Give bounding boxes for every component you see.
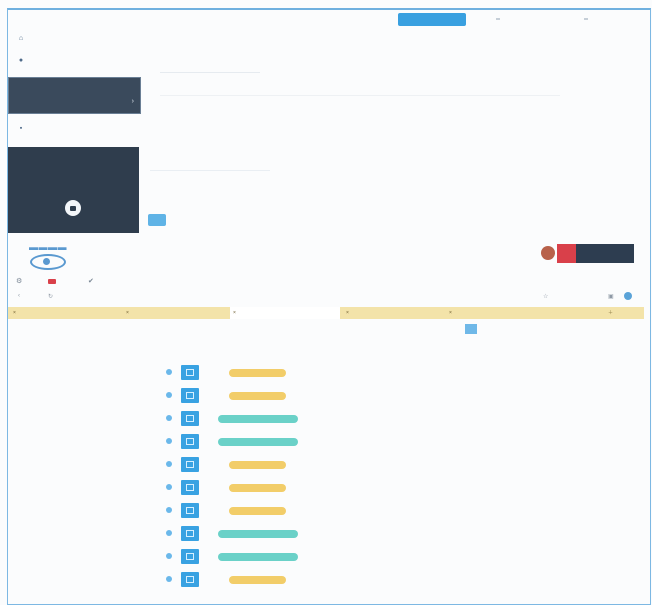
status-badge xyxy=(218,530,298,538)
eye-logo-icon xyxy=(30,254,66,270)
profile-avatar[interactable] xyxy=(624,292,632,300)
dot-icon: ● xyxy=(18,57,24,64)
avatar xyxy=(541,246,555,260)
browser-tab[interactable]: × xyxy=(446,307,551,319)
top-menu-dot[interactable] xyxy=(496,18,500,20)
close-icon[interactable]: × xyxy=(126,310,129,316)
row-status-dot[interactable] xyxy=(166,438,172,444)
status-badge xyxy=(218,415,298,423)
status-badge xyxy=(229,461,286,469)
row-thumbnail[interactable] xyxy=(181,388,199,403)
row-thumbnail[interactable] xyxy=(181,411,199,426)
promo-red-block xyxy=(557,244,576,263)
row-status-dot[interactable] xyxy=(166,392,172,398)
row-thumbnail[interactable] xyxy=(181,457,199,472)
record-icon[interactable] xyxy=(48,279,56,284)
star-icon[interactable]: ☆ xyxy=(543,293,548,300)
refresh-icon[interactable]: ↻ xyxy=(48,293,53,300)
status-badge xyxy=(218,553,298,561)
check-icon[interactable]: ✔ xyxy=(88,277,94,285)
home-icon: ⌂ xyxy=(18,35,24,42)
browser-tab[interactable]: × xyxy=(123,307,228,319)
logo-mark: ▬▬▬▬ xyxy=(29,242,67,252)
row-thumbnail[interactable] xyxy=(181,503,199,518)
row-thumbnail[interactable] xyxy=(181,434,199,449)
row-status-dot[interactable] xyxy=(166,530,172,536)
sidebar-item-3[interactable]: ▪ xyxy=(18,125,28,132)
close-icon[interactable]: × xyxy=(233,310,236,316)
settings-icon[interactable]: ⚙ xyxy=(16,277,22,285)
status-badge xyxy=(229,484,286,492)
status-badge xyxy=(229,392,286,400)
row-status-dot[interactable] xyxy=(166,369,172,375)
drag-handle[interactable] xyxy=(465,324,477,334)
row-status-dot[interactable] xyxy=(166,507,172,513)
sidebar-active-panel[interactable]: › xyxy=(8,77,141,114)
status-badge xyxy=(229,507,286,515)
new-tab-button[interactable]: ＋ xyxy=(608,307,638,319)
row-thumbnail[interactable] xyxy=(181,526,199,541)
faint-line xyxy=(160,72,260,73)
top-menu-dot[interactable] xyxy=(584,18,588,20)
top-action-button[interactable] xyxy=(398,13,466,26)
browser-tab[interactable]: × xyxy=(343,307,443,319)
row-thumbnail[interactable] xyxy=(181,365,199,380)
sidebar-item-home[interactable]: ⌂ xyxy=(18,35,28,42)
small-action-button[interactable] xyxy=(148,214,166,226)
row-thumbnail[interactable] xyxy=(181,480,199,495)
row-status-dot[interactable] xyxy=(166,553,172,559)
lock-icon xyxy=(65,200,81,216)
extensions-icon[interactable]: ▣ xyxy=(608,293,614,300)
row-thumbnail[interactable] xyxy=(181,572,199,587)
browser-toolbar: ⚙ ✔ xyxy=(8,277,644,289)
faint-line xyxy=(150,170,270,171)
close-icon[interactable]: × xyxy=(449,310,452,316)
status-badge xyxy=(229,576,286,584)
chevron-right-icon: › xyxy=(131,98,134,105)
tab-bar: × × × × × ＋ xyxy=(8,307,644,319)
row-status-dot[interactable] xyxy=(166,461,172,467)
browser-tab[interactable]: × xyxy=(10,307,120,319)
status-badge xyxy=(229,369,286,377)
back-icon[interactable]: ‹ xyxy=(18,293,20,299)
browser-tab-active[interactable]: × xyxy=(230,307,340,319)
sidebar-item-2[interactable]: ● xyxy=(18,57,28,64)
faint-line xyxy=(160,95,560,96)
row-thumbnail[interactable] xyxy=(181,549,199,564)
locked-content-panel xyxy=(8,147,139,233)
row-status-dot[interactable] xyxy=(166,484,172,490)
promo-text xyxy=(576,244,634,263)
row-status-dot[interactable] xyxy=(166,576,172,582)
square-icon: ▪ xyxy=(19,125,23,132)
site-logo: ▬▬▬▬ xyxy=(29,242,67,252)
row-status-dot[interactable] xyxy=(166,415,172,421)
address-bar[interactable]: ‹ ↻ ☆ ▣ xyxy=(8,292,644,303)
close-icon[interactable]: × xyxy=(13,310,16,316)
close-icon[interactable]: × xyxy=(346,310,349,316)
status-badge xyxy=(218,438,298,446)
